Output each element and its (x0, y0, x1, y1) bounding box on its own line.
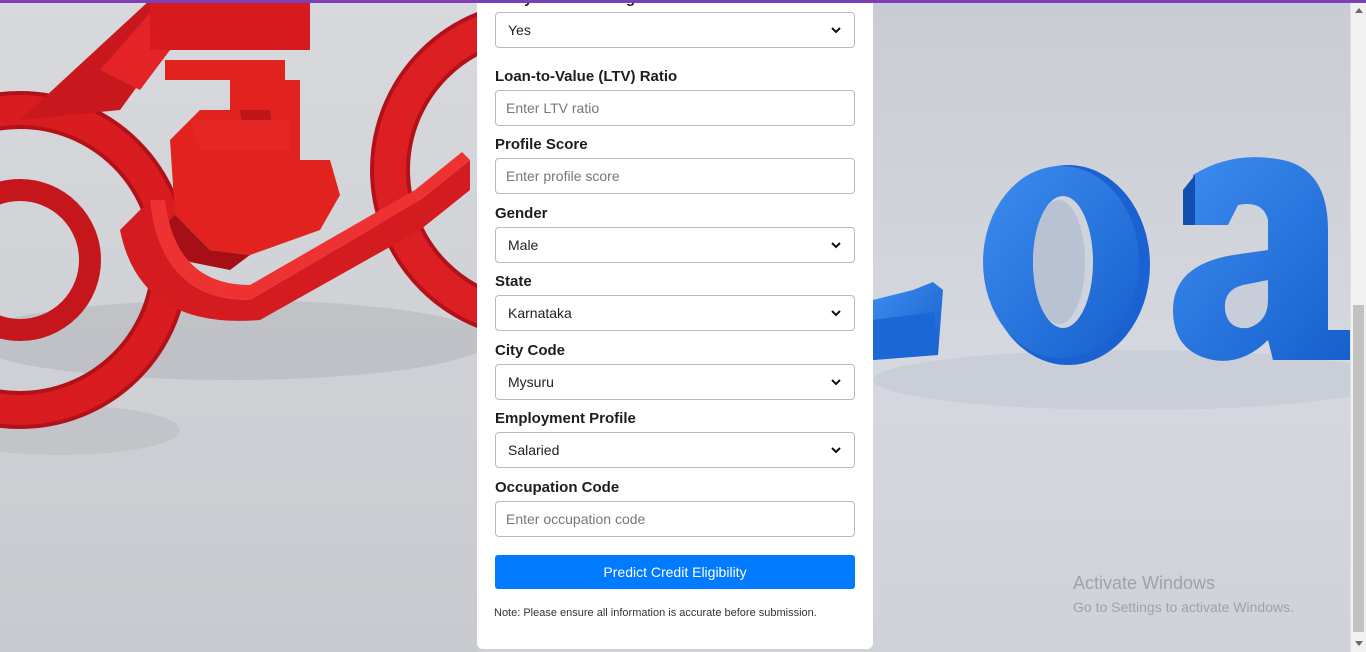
chevron-down-icon (830, 376, 842, 388)
vertical-scrollbar[interactable] (1350, 0, 1366, 652)
chevron-down-icon (830, 307, 842, 319)
employment-profile-select[interactable]: Salaried (495, 432, 855, 468)
state-field: State Karnataka (495, 273, 855, 331)
scroll-down-arrow-icon[interactable] (1351, 636, 1366, 650)
employment-profile-field: Employment Profile Salaried (495, 410, 855, 468)
state-label: State (495, 273, 532, 290)
occupation-code-label: Occupation Code (495, 479, 620, 496)
ltv-ratio-label: Loan-to-Value (LTV) Ratio (495, 68, 678, 85)
blue-letters-illustration (873, 0, 1350, 652)
loan-letters-background-image (873, 0, 1350, 652)
gender-label: Gender (495, 205, 548, 222)
activation-watermark-title: Activate Windows (1073, 573, 1216, 593)
profile-score-label: Profile Score (495, 136, 588, 153)
page-viewport: Are you an Existing Customer? Yes Loan-t… (0, 0, 1366, 652)
existing-customer-field: Are you an Existing Customer? Yes (495, 0, 855, 48)
scroll-up-arrow-icon[interactable] (1351, 3, 1366, 17)
state-select[interactable]: Karnataka (495, 295, 855, 331)
state-value: Karnataka (508, 305, 572, 321)
occupation-code-input[interactable] (495, 501, 855, 537)
occupation-code-field: Occupation Code (495, 479, 855, 537)
existing-customer-select[interactable]: Yes (495, 12, 855, 48)
ltv-ratio-input[interactable] (495, 90, 855, 126)
motorcycle-background-image (0, 0, 478, 652)
predict-credit-eligibility-button[interactable]: Predict Credit Eligibility (495, 555, 855, 589)
ltv-ratio-field: Loan-to-Value (LTV) Ratio (495, 68, 855, 126)
activation-watermark-subtitle: Go to Settings to activate Windows. (1073, 599, 1294, 615)
city-code-select[interactable]: Mysuru (495, 364, 855, 400)
submission-note: Note: Please ensure all information is a… (494, 607, 817, 619)
gender-field: Gender Male (495, 205, 855, 263)
credit-eligibility-form: Are you an Existing Customer? Yes Loan-t… (477, 0, 873, 649)
profile-score-field: Profile Score (495, 136, 855, 194)
existing-customer-value: Yes (508, 22, 531, 38)
chevron-down-icon (830, 444, 842, 456)
scrollbar-thumb[interactable] (1353, 305, 1364, 632)
profile-score-input[interactable] (495, 158, 855, 194)
city-code-label: City Code (495, 342, 566, 359)
chevron-down-icon (830, 239, 842, 251)
top-accent-bar (0, 0, 1366, 3)
chevron-down-icon (830, 24, 842, 36)
employment-profile-value: Salaried (508, 442, 560, 458)
city-code-field: City Code Mysuru (495, 342, 855, 400)
employment-profile-label: Employment Profile (495, 410, 636, 427)
gender-select[interactable]: Male (495, 227, 855, 263)
gender-value: Male (508, 237, 539, 253)
city-code-value: Mysuru (508, 374, 554, 390)
motorcycle-illustration (0, 0, 478, 652)
